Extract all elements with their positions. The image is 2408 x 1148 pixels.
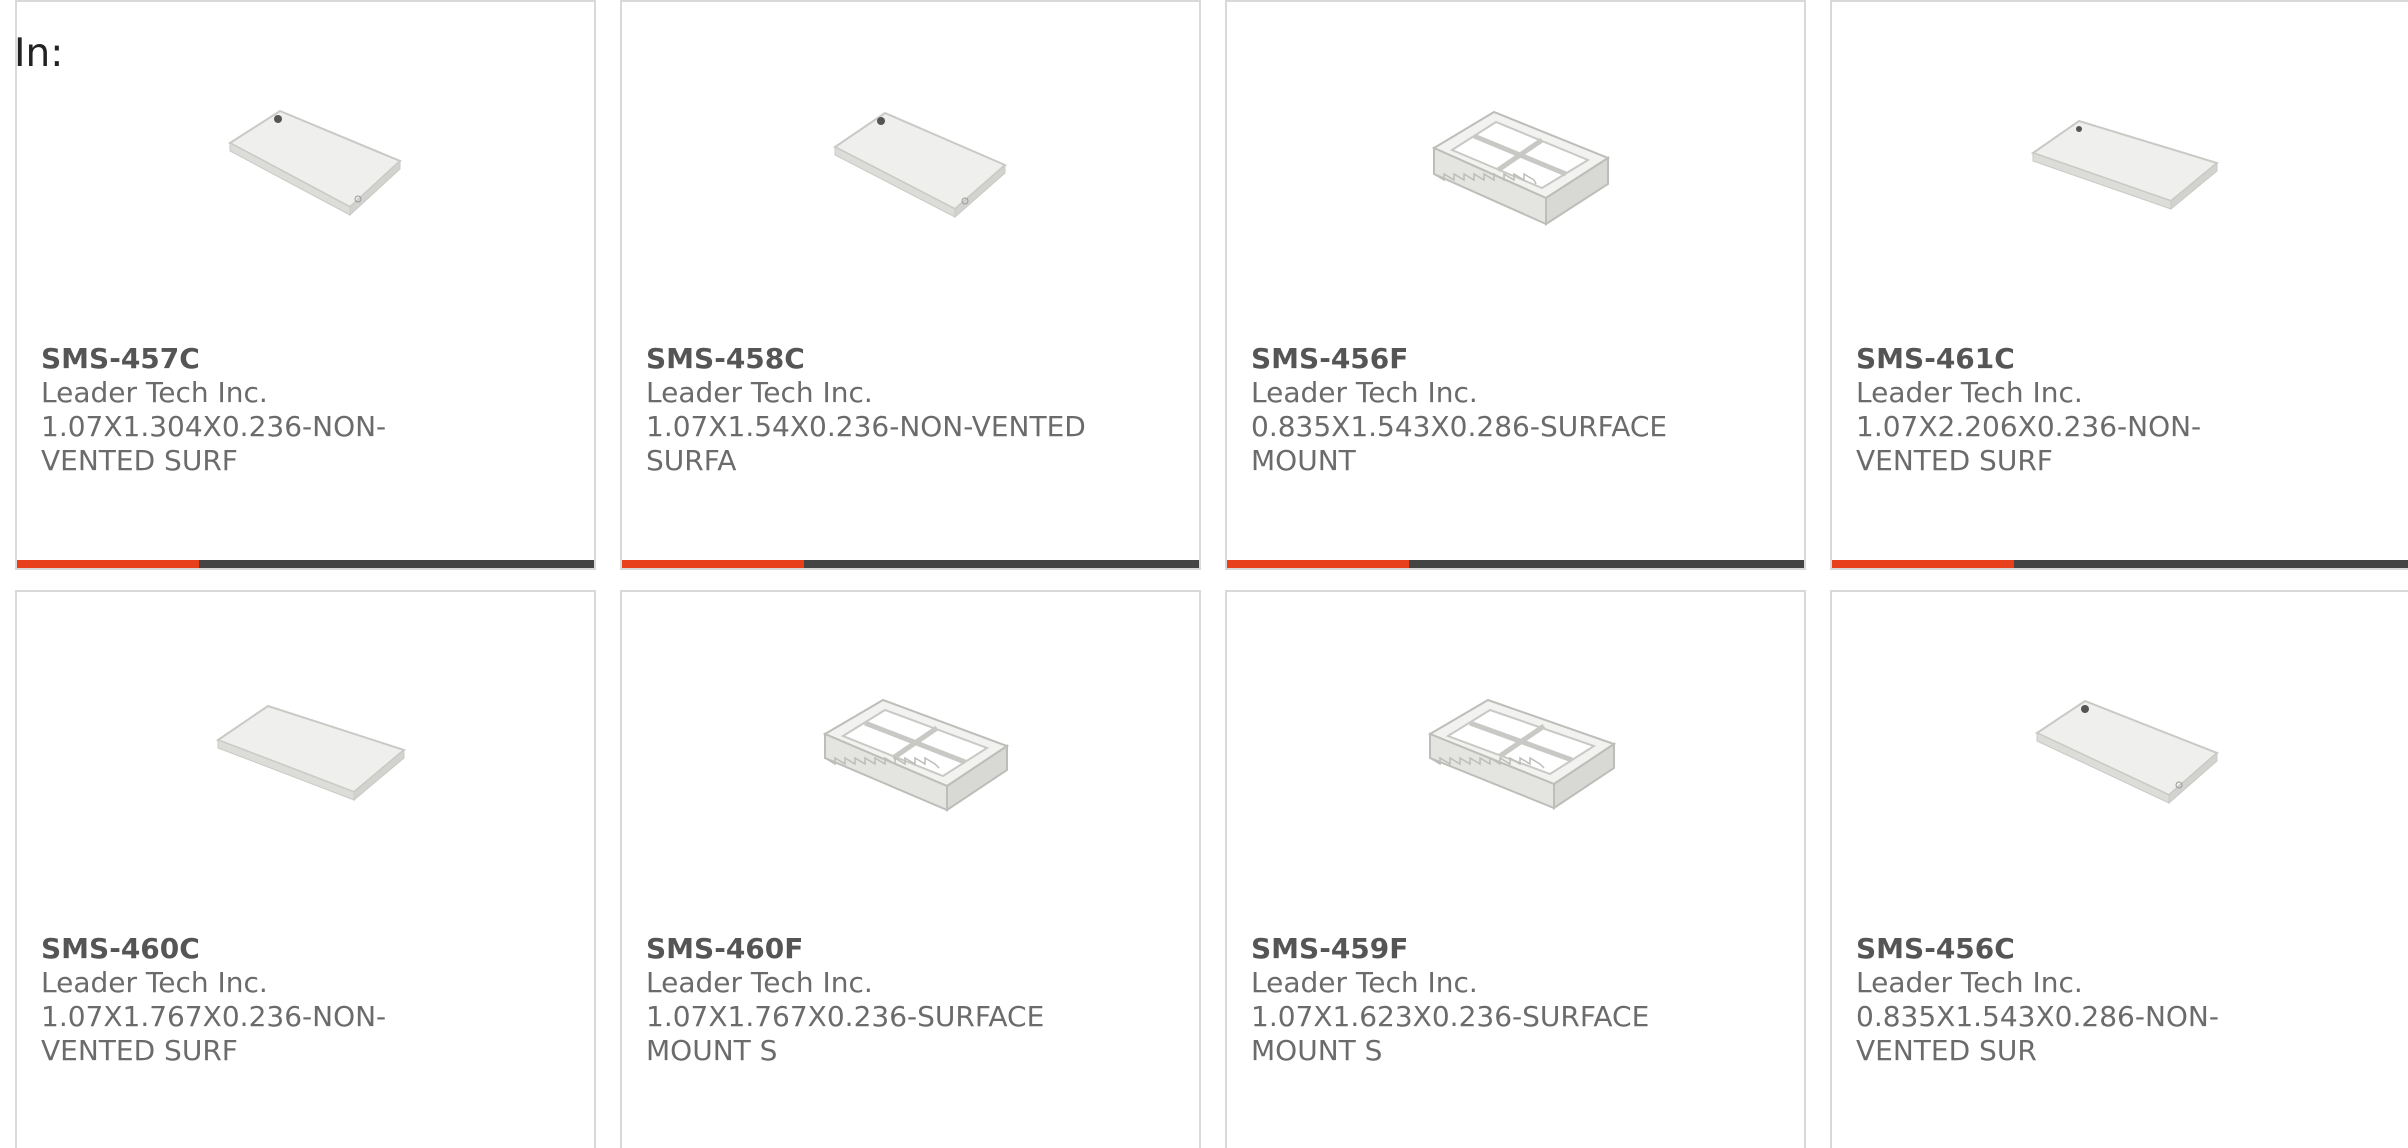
product-image[interactable] bbox=[1415, 660, 1620, 865]
product-description: 0.835X1.543X0.286-SURFACE MOUNT bbox=[1251, 410, 1668, 477]
card-accent-bar bbox=[17, 560, 594, 568]
shield-cover-icon bbox=[2034, 699, 2219, 804]
shield-cover-icon bbox=[227, 109, 402, 216]
product-card[interactable]: SMS-457C Leader Tech Inc. 1.07X1.304X0.2… bbox=[15, 0, 596, 570]
product-image[interactable] bbox=[205, 660, 410, 865]
product-card[interactable]: SMS-459F Leader Tech Inc. 1.07X1.623X0.2… bbox=[1225, 590, 1806, 1148]
product-card[interactable]: SMS-458C Leader Tech Inc. 1.07X1.54X0.23… bbox=[620, 0, 1201, 570]
part-number[interactable]: SMS-458C bbox=[646, 342, 1179, 376]
part-number[interactable]: SMS-461C bbox=[1856, 342, 2389, 376]
product-description: 1.07X1.623X0.236-SURFACE MOUNT S bbox=[1251, 1000, 1650, 1067]
product-card[interactable]: SMS-460F Leader Tech Inc. 1.07X1.767X0.2… bbox=[620, 590, 1201, 1148]
part-number[interactable]: SMS-460F bbox=[646, 932, 1179, 966]
product-description: 1.07X1.767X0.236-NON-VENTED SURF bbox=[41, 1000, 387, 1067]
card-accent-bar bbox=[1832, 560, 2408, 568]
product-results-page: In: SMS-457C Leader Tech Inc. 1.07X1.304… bbox=[0, 0, 2408, 1148]
shield-frame-icon bbox=[1431, 110, 1610, 226]
product-description: 0.835X1.543X0.286-NON-VENTED SUR bbox=[1856, 1000, 2219, 1067]
shield-frame-icon bbox=[822, 698, 1009, 812]
manufacturer: Leader Tech Inc. bbox=[1856, 966, 2083, 999]
manufacturer: Leader Tech Inc. bbox=[1251, 376, 1478, 409]
shield-cover-icon bbox=[2030, 119, 2219, 210]
product-description: 1.07X2.206X0.236-NON-VENTED SURF bbox=[1856, 410, 2202, 477]
part-number[interactable]: SMS-459F bbox=[1251, 932, 1784, 966]
part-number[interactable]: SMS-456F bbox=[1251, 342, 1784, 376]
product-description: 1.07X1.767X0.236-SURFACE MOUNT S bbox=[646, 1000, 1045, 1067]
product-image[interactable] bbox=[810, 70, 1015, 275]
product-image[interactable] bbox=[1415, 70, 1620, 275]
part-number[interactable]: SMS-460C bbox=[41, 932, 574, 966]
shield-frame-icon bbox=[1427, 698, 1616, 810]
manufacturer: Leader Tech Inc. bbox=[646, 376, 873, 409]
card-accent-segment bbox=[17, 560, 199, 568]
card-accent-bar bbox=[622, 560, 1199, 568]
part-number[interactable]: SMS-456C bbox=[1856, 932, 2389, 966]
shield-cover-icon bbox=[832, 111, 1007, 218]
product-card[interactable]: SMS-456F Leader Tech Inc. 0.835X1.543X0.… bbox=[1225, 0, 1806, 570]
manufacturer: Leader Tech Inc. bbox=[41, 376, 268, 409]
product-card[interactable]: SMS-460C Leader Tech Inc. 1.07X1.767X0.2… bbox=[15, 590, 596, 1148]
card-accent-segment bbox=[622, 560, 804, 568]
manufacturer: Leader Tech Inc. bbox=[646, 966, 873, 999]
product-image[interactable] bbox=[2020, 70, 2225, 275]
product-card[interactable]: SMS-456C Leader Tech Inc. 0.835X1.543X0.… bbox=[1830, 590, 2408, 1148]
card-accent-segment bbox=[1227, 560, 1409, 568]
product-image[interactable] bbox=[810, 660, 1015, 865]
manufacturer: Leader Tech Inc. bbox=[1856, 376, 2083, 409]
manufacturer: Leader Tech Inc. bbox=[41, 966, 268, 999]
product-card[interactable]: SMS-461C Leader Tech Inc. 1.07X2.206X0.2… bbox=[1830, 0, 2408, 570]
shield-cover-icon bbox=[215, 704, 406, 801]
part-number[interactable]: SMS-457C bbox=[41, 342, 574, 376]
manufacturer: Leader Tech Inc. bbox=[1251, 966, 1478, 999]
card-accent-bar bbox=[1227, 560, 1804, 568]
product-description: 1.07X1.304X0.236-NON-VENTED SURF bbox=[41, 410, 387, 477]
product-image[interactable] bbox=[205, 70, 410, 275]
product-description: 1.07X1.54X0.236-NON-VENTED SURFA bbox=[646, 410, 1086, 477]
product-image[interactable] bbox=[2020, 660, 2225, 865]
card-accent-segment bbox=[1832, 560, 2014, 568]
filter-in-label: In: bbox=[14, 31, 64, 76]
product-grid: SMS-457C Leader Tech Inc. 1.07X1.304X0.2… bbox=[15, 0, 2408, 1148]
